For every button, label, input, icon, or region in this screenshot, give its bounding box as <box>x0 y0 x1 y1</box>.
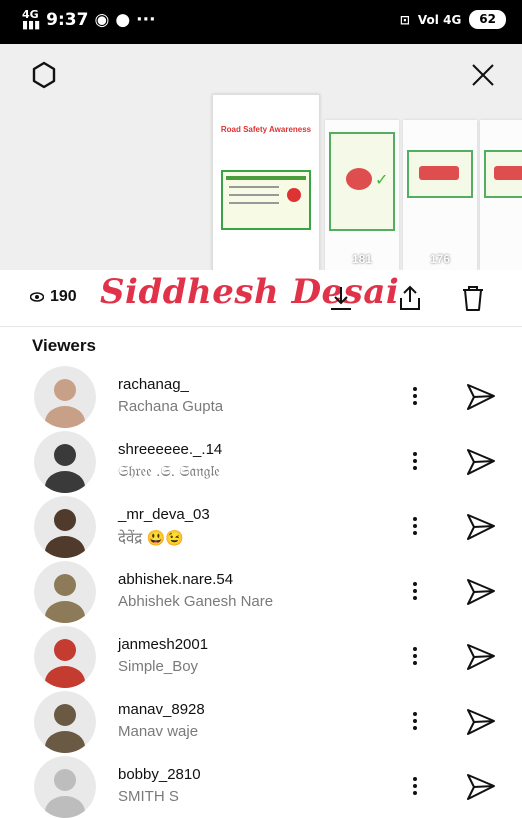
poster-image <box>484 150 522 198</box>
close-icon[interactable] <box>469 61 497 89</box>
poster-image <box>407 150 473 198</box>
battery-indicator: 62 <box>469 10 506 29</box>
delete-icon[interactable] <box>460 284 486 312</box>
download-icon[interactable] <box>328 284 354 312</box>
send-icon[interactable] <box>465 642 497 672</box>
send-icon[interactable] <box>465 707 497 737</box>
viewer-full-name: Abhishek Ganesh Nare <box>118 593 274 610</box>
viewer-full-name: 𝔖𝔥𝔯𝔢𝔢 .𝔖. 𝔖𝔞𝔫𝔤𝔩𝔢 <box>118 463 220 480</box>
selected-pointer <box>253 258 279 270</box>
notification-icon: ◉ <box>94 10 110 30</box>
viewer-full-name: देवेंद्र 😃😉 <box>118 530 184 547</box>
story-thumbnail-selected[interactable]: Road Safety Awareness 190 <box>212 94 320 270</box>
story-title: Road Safety Awareness <box>220 125 312 134</box>
message-icon: ● <box>115 10 131 30</box>
viewer-row[interactable]: shreeeeee._.14 𝔖𝔥𝔯𝔢𝔢 .𝔖. 𝔖𝔞𝔫𝔤𝔩𝔢 <box>0 427 522 493</box>
viewer-row[interactable]: manav_8928 Manav waje <box>0 687 522 753</box>
signature-watermark: Siddhesh Desai <box>100 272 400 312</box>
send-icon[interactable] <box>465 512 497 542</box>
avatar[interactable] <box>34 496 96 558</box>
more-options-icon[interactable] <box>405 579 425 603</box>
avatar[interactable] <box>34 431 96 493</box>
viewer-row[interactable]: _mr_deva_03 देवेंद्र 😃😉 <box>0 492 522 558</box>
send-icon[interactable] <box>465 577 497 607</box>
settings-icon[interactable] <box>30 61 58 89</box>
poster-image: ✓ <box>329 132 395 231</box>
story-thumbnail[interactable]: 176 <box>403 120 477 270</box>
viewer-row[interactable]: abhishek.nare.54 Abhishek Ganesh Nare <box>0 557 522 623</box>
story-view-count: 181 <box>351 252 373 266</box>
more-options-icon[interactable] <box>405 774 425 798</box>
story-action-row: 190 Siddhesh Desai <box>0 270 522 327</box>
status-bar: 4G ▮▮▮ 9:37 ◉ ● ··· ⊡ Vol 4G 62 <box>0 0 522 44</box>
story-thumbnail[interactable]: ✓ 181 <box>325 120 399 270</box>
story-preview-area: Road Safety Awareness 190 ✓ 181 176 <box>0 44 522 270</box>
send-icon[interactable] <box>465 382 497 412</box>
send-icon[interactable] <box>465 447 497 477</box>
more-options-icon[interactable] <box>405 644 425 668</box>
more-options-icon[interactable] <box>405 514 425 538</box>
viewer-username[interactable]: rachanag_ <box>118 376 189 393</box>
more-options-icon[interactable] <box>405 384 425 408</box>
share-icon[interactable] <box>397 284 423 312</box>
avatar[interactable] <box>34 561 96 623</box>
viewer-list: rachanag_ Rachana Gupta shreeeeee._.14 𝔖… <box>0 362 522 818</box>
avatar[interactable] <box>34 626 96 688</box>
viewer-row[interactable]: rachanag_ Rachana Gupta <box>0 362 522 428</box>
more-options-icon[interactable] <box>405 709 425 733</box>
viewer-username[interactable]: janmesh2001 <box>118 636 208 653</box>
viewer-row[interactable]: janmesh2001 Simple_Boy <box>0 622 522 688</box>
story-thumbnail[interactable] <box>480 120 522 270</box>
viewers-heading: Viewers <box>32 336 96 355</box>
avatar[interactable] <box>34 691 96 753</box>
viewer-username[interactable]: shreeeeee._.14 <box>118 441 222 458</box>
viewer-full-name: SMITH S <box>118 788 179 805</box>
viewer-full-name: Manav waje <box>118 723 199 740</box>
avatar[interactable] <box>34 366 96 428</box>
story-views: 190 <box>30 288 77 306</box>
signal-icon: 4G ▮▮▮ <box>22 8 41 31</box>
network-indicator: Vol 4G <box>417 12 462 27</box>
viewer-full-name: Rachana Gupta <box>118 398 224 415</box>
story-view-count: 176 <box>429 252 451 266</box>
viewer-row[interactable]: bobby_2810 SMITH S <box>0 752 522 818</box>
eye-icon <box>30 292 44 302</box>
viewer-username[interactable]: abhishek.nare.54 <box>118 571 233 588</box>
status-time: 9:37 <box>46 10 89 30</box>
viewer-username[interactable]: bobby_2810 <box>118 766 201 783</box>
poster-image <box>221 170 311 230</box>
avatar[interactable] <box>34 756 96 818</box>
viewer-username[interactable]: _mr_deva_03 <box>118 506 210 523</box>
vibrate-icon: ⊡ <box>399 12 410 27</box>
more-options-icon[interactable] <box>405 449 425 473</box>
view-count-text: 190 <box>50 288 77 305</box>
viewer-username[interactable]: manav_8928 <box>118 701 205 718</box>
viewer-full-name: Simple_Boy <box>118 658 199 675</box>
more-notifications-icon: ··· <box>136 10 156 30</box>
